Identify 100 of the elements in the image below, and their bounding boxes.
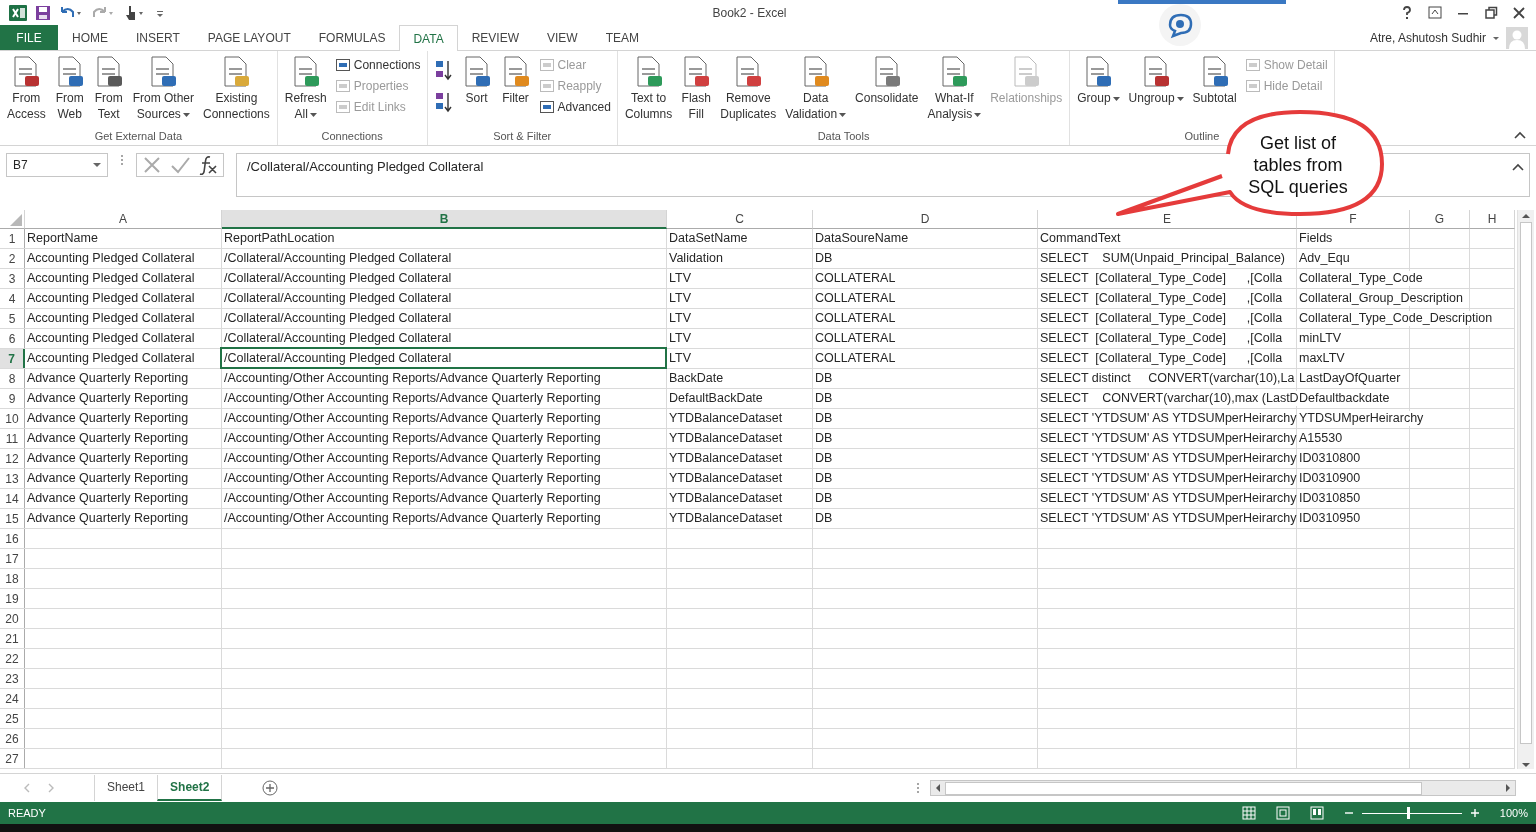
row-header[interactable]: 13 xyxy=(0,469,25,488)
ribbon-button[interactable]: Subtotal xyxy=(1188,53,1241,109)
table-cell: /Accounting/Other Accounting Reports/Advance Quarterly Reporting xyxy=(224,391,601,406)
ribbon-tab[interactable]: REVIEW xyxy=(457,25,533,50)
chat-bubble-icon[interactable] xyxy=(1158,3,1202,47)
scroll-thumb[interactable] xyxy=(1520,222,1532,744)
sort-ascending-icon[interactable] xyxy=(433,59,454,81)
row-header[interactable]: 22 xyxy=(0,649,25,668)
scroll-thumb[interactable] xyxy=(945,781,1422,795)
zoom-slider-thumb[interactable] xyxy=(1406,806,1410,819)
ribbon-button[interactable]: Refresh All xyxy=(280,53,331,125)
add-sheet-icon[interactable] xyxy=(262,780,279,796)
ribbon-tab[interactable]: DATA xyxy=(399,25,458,51)
scroll-right-icon[interactable] xyxy=(1504,783,1512,793)
row-header[interactable]: 3 xyxy=(0,269,25,288)
row-header[interactable]: 14 xyxy=(0,489,25,508)
row-header[interactable]: 26 xyxy=(0,729,25,748)
ribbon-tab[interactable]: INSERT xyxy=(122,25,194,50)
row-header[interactable]: 4 xyxy=(0,289,25,308)
ribbon-tab[interactable]: VIEW xyxy=(533,25,592,50)
ribbon-button[interactable]: Existing Connections xyxy=(199,53,274,125)
ribbon-button[interactable]: From Web xyxy=(50,53,89,125)
ribbon-button[interactable]: Filter xyxy=(496,53,535,109)
table-cell: Advance Quarterly Reporting xyxy=(27,411,189,426)
ribbon-button[interactable]: Data Validation xyxy=(781,53,851,125)
row-header[interactable]: 12 xyxy=(0,449,25,468)
ribbon-button[interactable]: From Access xyxy=(3,53,50,125)
row-header[interactable]: 18 xyxy=(0,569,25,588)
ribbon-button[interactable]: Group xyxy=(1073,53,1124,109)
horizontal-scrollbar[interactable] xyxy=(930,780,1516,796)
table-cell: /Accounting/Other Accounting Reports/Advance Quarterly Reporting xyxy=(224,451,601,466)
insert-function-icon[interactable] xyxy=(197,155,219,175)
row-header[interactable]: 21 xyxy=(0,629,25,648)
ribbon-button[interactable]: Ungroup xyxy=(1124,53,1188,109)
sheet-tab[interactable]: Sheet1 xyxy=(94,775,158,801)
ribbon-button[interactable]: What-If Analysis xyxy=(923,53,986,125)
close-icon[interactable] xyxy=(1512,5,1526,20)
scroll-down-icon[interactable] xyxy=(1521,761,1531,769)
row-header[interactable]: 15 xyxy=(0,509,25,528)
row-header[interactable]: 19 xyxy=(0,589,25,608)
ribbon-button[interactable]: Connections xyxy=(331,56,424,74)
table-cell: Adv_Equ xyxy=(1299,251,1350,266)
sort-descending-icon[interactable] xyxy=(433,91,454,113)
ribbon-tab[interactable]: PAGE LAYOUT xyxy=(193,25,305,50)
ribbon-button[interactable]: Text to Columns xyxy=(620,53,677,125)
help-icon[interactable] xyxy=(1400,5,1414,20)
caret-icon[interactable] xyxy=(93,162,101,168)
row-header[interactable]: 25 xyxy=(0,709,25,728)
name-box[interactable]: B7 xyxy=(6,153,108,177)
ribbon-display-icon[interactable] xyxy=(1428,5,1442,20)
zoom-level[interactable]: 100% xyxy=(1499,807,1528,819)
zoom-in-icon[interactable] xyxy=(1469,808,1480,818)
row-header[interactable]: 9 xyxy=(0,389,25,408)
ribbon-button[interactable]: From Text xyxy=(89,53,128,125)
collapse-ribbon-icon[interactable] xyxy=(1514,131,1526,139)
page-layout-view-icon[interactable] xyxy=(1275,806,1290,820)
row-header[interactable]: 8 xyxy=(0,369,25,388)
ribbon-tab[interactable]: FORMULAS xyxy=(304,25,400,50)
caret-icon[interactable] xyxy=(1176,96,1184,102)
row-header[interactable]: 10 xyxy=(0,409,25,428)
table-cell: /Accounting/Other Accounting Reports/Advance Quarterly Reporting xyxy=(224,491,601,506)
row-header[interactable]: 6 xyxy=(0,329,25,348)
row-header[interactable]: 24 xyxy=(0,689,25,708)
normal-view-icon[interactable] xyxy=(1241,806,1256,820)
row-header[interactable]: 1 xyxy=(0,229,25,248)
restore-icon[interactable] xyxy=(1484,5,1498,20)
ribbon-button[interactable]: Advanced xyxy=(535,98,614,116)
row-header[interactable]: 5 xyxy=(0,309,25,328)
row-header[interactable]: 2 xyxy=(0,249,25,268)
column-header[interactable]: B xyxy=(222,210,667,229)
caret-icon[interactable] xyxy=(182,112,190,118)
ribbon-button[interactable]: Flash Fill xyxy=(677,53,716,125)
row-header[interactable]: 23 xyxy=(0,669,25,688)
group-label: Sort & Filter xyxy=(493,130,552,144)
page-break-view-icon[interactable] xyxy=(1309,806,1324,820)
ribbon-button[interactable]: Sort xyxy=(457,53,496,109)
row-header[interactable]: 27 xyxy=(0,749,25,768)
user-name[interactable]: Atre, Ashutosh Sudhir xyxy=(1369,30,1486,45)
caret-icon[interactable] xyxy=(839,112,847,118)
ribbon-button[interactable]: Consolidate xyxy=(851,53,923,109)
ribbon-tab[interactable]: TEAM xyxy=(591,25,653,50)
expand-icon[interactable] xyxy=(1512,163,1524,171)
caret-icon[interactable] xyxy=(309,112,317,118)
ribbon-tab[interactable]: HOME xyxy=(58,25,122,50)
row-header[interactable]: 17 xyxy=(0,549,25,568)
scroll-up-icon[interactable] xyxy=(1521,212,1531,220)
enter-check-icon[interactable] xyxy=(169,155,191,175)
scroll-left-icon[interactable] xyxy=(934,783,942,793)
row-header[interactable]: 16 xyxy=(0,529,25,548)
ribbon-button[interactable]: Remove Duplicates xyxy=(716,53,781,125)
row-header[interactable]: 7 xyxy=(0,349,25,368)
save-icon[interactable] xyxy=(35,4,51,21)
caret-icon[interactable] xyxy=(1112,96,1120,102)
caret-icon[interactable] xyxy=(974,112,982,118)
file-tab[interactable]: FILE xyxy=(0,25,58,50)
ribbon-button[interactable]: From Other Sources xyxy=(128,53,199,125)
row-header[interactable]: 20 xyxy=(0,609,25,628)
table-cell: Advance Quarterly Reporting xyxy=(27,511,189,526)
vertical-scrollbar[interactable] xyxy=(1517,210,1534,769)
row-header[interactable]: 11 xyxy=(0,429,25,448)
